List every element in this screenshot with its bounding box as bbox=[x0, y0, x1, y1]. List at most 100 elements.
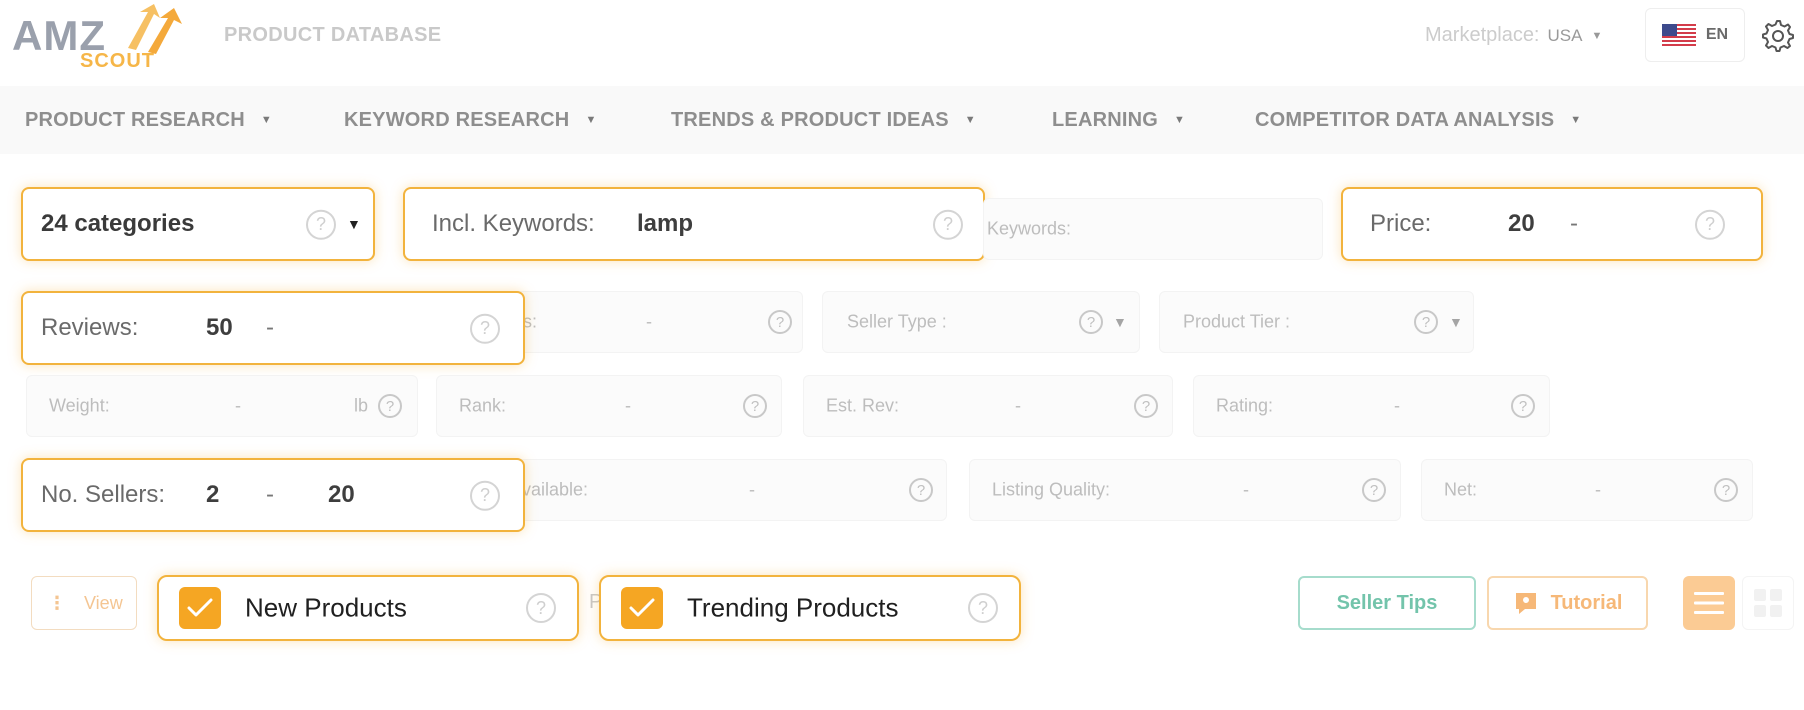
nav-label: LEARNING bbox=[1052, 108, 1159, 131]
help-icon[interactable]: ? bbox=[1079, 310, 1103, 334]
help-icon[interactable]: ? bbox=[768, 310, 792, 334]
listing-quality-field[interactable]: Listing Quality: - ? bbox=[969, 459, 1401, 521]
help-icon[interactable]: ? bbox=[1414, 310, 1438, 334]
range-dash: - bbox=[1015, 395, 1021, 416]
help-icon[interactable]: ? bbox=[909, 478, 933, 502]
price-min-value[interactable]: 20 bbox=[1508, 210, 1535, 238]
no-sellers-label: No. Sellers: bbox=[41, 481, 166, 508]
hidden-range-field[interactable]: s: - ? bbox=[515, 291, 803, 353]
listing-quality-label: Listing Quality: bbox=[992, 479, 1111, 500]
caret-down-icon: ▼ bbox=[1449, 314, 1463, 330]
seller-type-select[interactable]: Seller Type : ? ▼ bbox=[822, 291, 1140, 353]
help-icon[interactable]: ? bbox=[1511, 394, 1535, 418]
no-sellers-max-value[interactable]: 20 bbox=[328, 481, 355, 509]
range-dash: - bbox=[1394, 395, 1400, 416]
chevron-down-icon: ▼ bbox=[964, 114, 976, 126]
reviews-min-value[interactable]: 50 bbox=[206, 314, 233, 342]
reviews-field[interactable]: Reviews: 50 - ? bbox=[21, 291, 525, 365]
help-icon[interactable]: ? bbox=[1362, 478, 1386, 502]
chevron-down-icon: ▼ bbox=[1174, 114, 1186, 126]
hidden-range-label: s: bbox=[523, 311, 538, 332]
grid-view-toggle[interactable] bbox=[1742, 576, 1794, 630]
chevron-down-icon: ▼ bbox=[1591, 29, 1603, 42]
nav-label: KEYWORD RESEARCH bbox=[344, 108, 570, 131]
range-dash: - bbox=[646, 311, 652, 332]
help-icon[interactable]: ? bbox=[378, 394, 402, 418]
weight-label: Weight: bbox=[49, 395, 110, 416]
range-dash: - bbox=[1243, 479, 1249, 500]
excl-keywords-field[interactable]: Keywords: bbox=[983, 198, 1323, 260]
trending-products-checkbox[interactable]: Trending Products ? bbox=[599, 575, 1021, 641]
nav-learning[interactable]: LEARNING ▼ bbox=[1052, 86, 1185, 154]
tutorial-button[interactable]: Tutorial bbox=[1487, 576, 1648, 630]
list-view-icon bbox=[1694, 592, 1724, 614]
trending-products-label: Trending Products bbox=[687, 592, 899, 623]
seller-type-label: Seller Type : bbox=[847, 311, 947, 332]
weight-field[interactable]: Weight: - lb ? bbox=[26, 375, 418, 437]
help-icon[interactable]: ? bbox=[933, 209, 963, 240]
available-label: vailable: bbox=[522, 479, 589, 500]
chevron-down-icon: ▼ bbox=[1570, 114, 1582, 126]
chevron-down-icon: ▼ bbox=[260, 114, 272, 126]
categories-select[interactable]: 24 categories ? ▼ bbox=[21, 187, 375, 261]
view-label: View bbox=[84, 592, 123, 613]
marketplace-value: USA bbox=[1547, 25, 1583, 45]
grid-view-icon bbox=[1754, 589, 1782, 617]
rating-field[interactable]: Rating: - ? bbox=[1193, 375, 1550, 437]
seller-tips-button[interactable]: Seller Tips bbox=[1298, 576, 1476, 630]
available-field[interactable]: vailable: - ? bbox=[515, 459, 947, 521]
incl-keywords-value: lamp bbox=[637, 210, 694, 237]
help-icon[interactable]: ? bbox=[470, 313, 500, 344]
nav-label: COMPETITOR DATA ANALYSIS bbox=[1255, 108, 1555, 131]
page-title: PRODUCT DATABASE bbox=[224, 24, 442, 46]
new-products-checkbox[interactable]: New Products ? bbox=[157, 575, 579, 641]
no-sellers-min-value[interactable]: 2 bbox=[206, 481, 219, 509]
product-tier-label: Product Tier : bbox=[1183, 311, 1291, 332]
range-dash: - bbox=[749, 479, 755, 500]
amzscout-logo[interactable]: AMZ SCOUT bbox=[12, 4, 182, 74]
no-sellers-field[interactable]: No. Sellers: 2 - 20 ? bbox=[21, 458, 525, 532]
marketplace-selector[interactable]: Marketplace: USA ▼ bbox=[1425, 24, 1602, 47]
language-code: EN bbox=[1705, 26, 1729, 43]
nav-trends-product-ideas[interactable]: TRENDS & PRODUCT IDEAS ▼ bbox=[671, 86, 976, 154]
new-products-label: New Products bbox=[245, 592, 407, 623]
net-field[interactable]: Net: - ? bbox=[1421, 459, 1753, 521]
help-icon[interactable]: ? bbox=[306, 209, 336, 240]
checkbox-checked-icon[interactable] bbox=[179, 587, 221, 629]
help-icon[interactable]: ? bbox=[470, 480, 500, 511]
range-dash: - bbox=[1570, 210, 1578, 237]
nav-label: TRENDS & PRODUCT IDEAS bbox=[671, 108, 949, 131]
range-dash: - bbox=[235, 395, 241, 416]
incl-keywords-field[interactable]: Incl. Keywords: lamp ? bbox=[403, 187, 985, 261]
list-view-toggle[interactable] bbox=[1683, 576, 1735, 630]
range-dash: - bbox=[266, 314, 274, 341]
est-rev-label: Est. Rev: bbox=[826, 395, 900, 416]
nav-competitor-data-analysis[interactable]: COMPETITOR DATA ANALYSIS ▼ bbox=[1255, 86, 1581, 154]
seller-tips-label: Seller Tips bbox=[1336, 591, 1438, 614]
net-label: Net: bbox=[1444, 479, 1478, 500]
rank-field[interactable]: Rank: - ? bbox=[436, 375, 782, 437]
nav-keyword-research[interactable]: KEYWORD RESEARCH ▼ bbox=[344, 86, 597, 154]
est-rev-field[interactable]: Est. Rev: - ? bbox=[803, 375, 1173, 437]
product-tier-select[interactable]: Product Tier : ? ▼ bbox=[1159, 291, 1474, 353]
checkbox-checked-icon[interactable] bbox=[621, 587, 663, 629]
view-options-button[interactable]: ⋮ View bbox=[31, 576, 137, 630]
rating-label: Rating: bbox=[1216, 395, 1274, 416]
language-selector[interactable]: EN bbox=[1645, 8, 1745, 62]
categories-value: 24 categories bbox=[41, 210, 195, 237]
us-flag-icon bbox=[1661, 24, 1696, 46]
help-icon[interactable]: ? bbox=[743, 394, 767, 418]
range-dash: - bbox=[625, 395, 631, 416]
help-icon[interactable]: ? bbox=[1714, 478, 1738, 502]
main-nav: PRODUCT RESEARCH ▼ KEYWORD RESEARCH ▼ TREN… bbox=[0, 86, 1804, 154]
help-icon[interactable]: ? bbox=[1695, 209, 1725, 240]
nav-product-research[interactable]: PRODUCT RESEARCH ▼ bbox=[25, 86, 272, 154]
help-icon[interactable]: ? bbox=[1134, 394, 1158, 418]
range-dash: - bbox=[1595, 479, 1601, 500]
price-field[interactable]: Price: 20 - ? bbox=[1341, 187, 1763, 261]
reviews-label: Reviews: bbox=[41, 314, 139, 341]
range-dash: - bbox=[266, 481, 274, 508]
help-icon[interactable]: ? bbox=[968, 593, 998, 623]
help-icon[interactable]: ? bbox=[526, 593, 556, 623]
gear-icon[interactable] bbox=[1762, 20, 1794, 52]
